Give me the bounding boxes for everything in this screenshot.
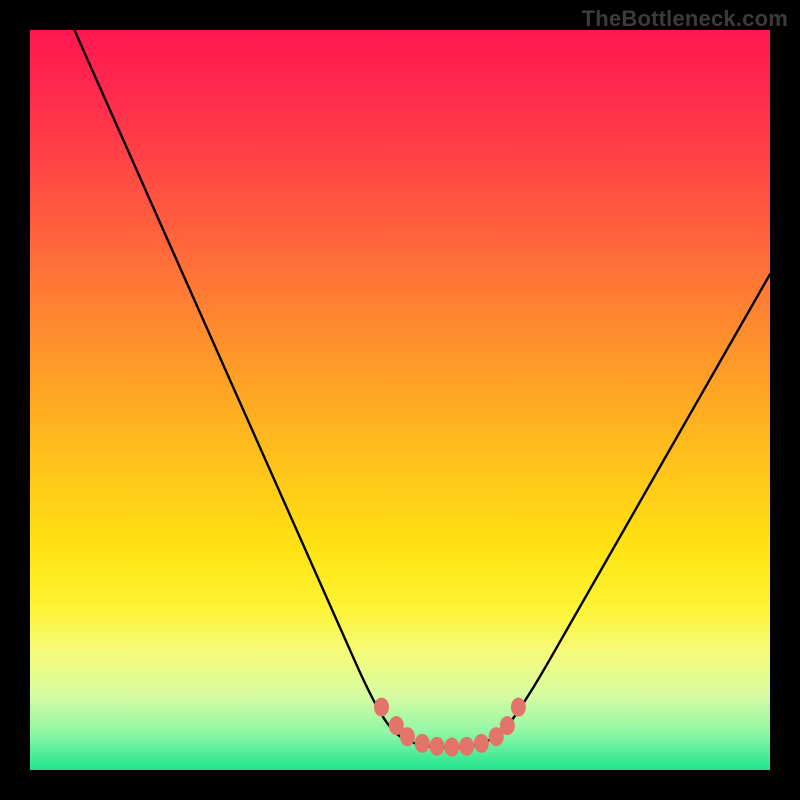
trough-marker bbox=[430, 737, 445, 756]
curve-path bbox=[74, 30, 770, 748]
trough-marker bbox=[415, 734, 430, 753]
trough-marker bbox=[444, 738, 459, 757]
plot-area bbox=[30, 30, 770, 770]
watermark-text: TheBottleneck.com bbox=[582, 6, 788, 32]
trough-marker bbox=[511, 698, 526, 717]
bottleneck-curve bbox=[30, 30, 770, 770]
trough-marker bbox=[459, 737, 474, 756]
trough-marker bbox=[474, 734, 489, 753]
trough-marker bbox=[500, 716, 515, 735]
chart-frame: TheBottleneck.com bbox=[0, 0, 800, 800]
trough-marker bbox=[374, 698, 389, 717]
trough-marker bbox=[400, 727, 415, 746]
trough-marker-group bbox=[374, 698, 526, 757]
